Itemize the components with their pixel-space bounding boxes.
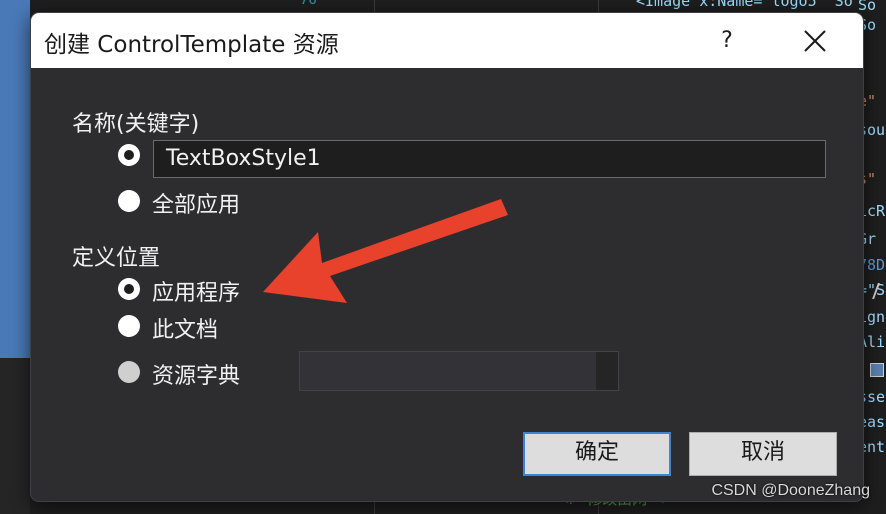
watermark: CSDN @DooneZhang (711, 482, 870, 499)
red-arrow-icon (263, 199, 508, 303)
